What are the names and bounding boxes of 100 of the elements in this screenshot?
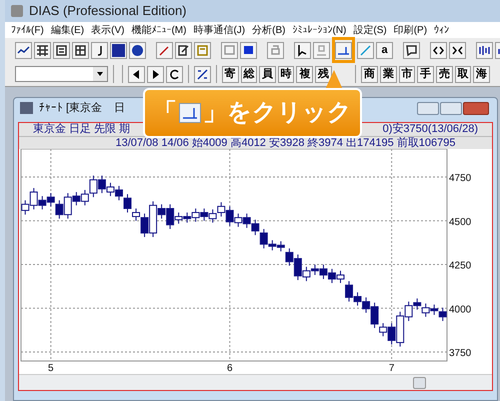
chart-button[interactable]: [15, 42, 32, 58]
prev-button[interactable]: [128, 66, 145, 82]
kanji-button[interactable]: 売: [436, 66, 453, 82]
candle-wick: [306, 266, 307, 282]
candle-wick: [238, 213, 239, 228]
chart-window-icon: [20, 102, 33, 114]
shrink-button[interactable]: [449, 42, 466, 58]
candle-wick: [288, 248, 290, 266]
candle-wick: [101, 175, 102, 194]
j-button[interactable]: [91, 42, 108, 58]
menu-item[interactable]: 機能ﾒﾆｭｰ(M): [131, 22, 186, 38]
refresh-icon: [168, 68, 181, 80]
pen-icon: [158, 44, 171, 56]
memo-button[interactable]: [403, 42, 420, 58]
candle-wick: [272, 240, 273, 251]
menu-item[interactable]: 印刷(P): [394, 22, 428, 38]
symbol-dropdown[interactable]: [15, 66, 108, 82]
table-button[interactable]: [72, 42, 89, 58]
cursor-icon: [296, 44, 309, 56]
shrink-icon: [451, 44, 464, 56]
candle-wick: [366, 296, 367, 314]
trendline-button[interactable]: [357, 42, 374, 58]
x-axis-label: 5: [48, 363, 54, 374]
kanji-button[interactable]: 総: [240, 66, 258, 82]
next-button[interactable]: [146, 66, 164, 82]
screen-button[interactable]: [240, 42, 257, 58]
menu-item[interactable]: 編集(E): [50, 22, 84, 38]
kanji-button[interactable]: 商: [361, 66, 378, 82]
y-axis-label: 4000: [449, 304, 472, 316]
chart-window-title: ﾁｬｰﾄ [東京金: [39, 100, 102, 116]
y-axis-label: 3750: [449, 348, 472, 359]
stamp-icon: [315, 44, 328, 56]
edit-button[interactable]: [175, 42, 192, 58]
candle-wick: [67, 192, 68, 220]
candle-wick: [434, 304, 435, 316]
menu-item[interactable]: 表示(V): [91, 22, 124, 38]
candle-wick: [382, 322, 384, 337]
y-axis-label: 4500: [449, 216, 472, 228]
kanji-button[interactable]: 海: [473, 66, 490, 82]
chart-header: 13/07/08 14/06 始4009 高4012 安3928 終3974 出174195 前取106795: [115, 138, 456, 148]
ratio-button[interactable]: [194, 66, 211, 82]
jf-button[interactable]: [110, 42, 127, 58]
kanji-button[interactable]: 複: [296, 66, 314, 82]
print-button[interactable]: [267, 42, 284, 58]
printer-icon: [269, 44, 282, 56]
menu-item[interactable]: ｼﾐｭﾚｰｼｮﾝ(N): [292, 22, 346, 38]
candle-button[interactable]: [476, 42, 493, 58]
candle-wick: [229, 206, 230, 226]
candle-wick: [92, 175, 94, 198]
candle-wick: [246, 213, 248, 228]
menu-item[interactable]: 設定(S): [353, 22, 387, 38]
chart-header: 0)安3750(13/06/28): [382, 124, 478, 135]
y-axis-label: 4750: [449, 173, 472, 184]
kanji-button[interactable]: 寄: [222, 66, 238, 82]
table-icon: [74, 44, 87, 56]
minimize-button[interactable]: [417, 102, 439, 114]
candle-wick: [391, 322, 392, 345]
scrollbar-thumb[interactable]: [413, 377, 426, 389]
kanji-button[interactable]: 時: [278, 66, 294, 82]
kanji-button[interactable]: 員: [259, 66, 276, 82]
pointer-button[interactable]: [294, 42, 311, 58]
menu-item[interactable]: ｳｨﾝ: [434, 22, 450, 38]
menu-item[interactable]: 時事通信(J): [193, 22, 246, 38]
expand-icon: [432, 44, 445, 56]
menu-item[interactable]: ﾌｧｲﾙ(F): [11, 22, 44, 38]
kanji-button[interactable]: 業: [380, 66, 397, 82]
horizontal-scrollbar[interactable]: [19, 374, 492, 390]
candles-icon: [478, 44, 491, 56]
close-button[interactable]: [463, 102, 489, 114]
kanji-button[interactable]: 市: [398, 66, 416, 82]
grid-button[interactable]: [34, 42, 51, 58]
callout-text: 」をクリック: [203, 98, 352, 128]
kanji-button[interactable]: 手: [417, 66, 434, 82]
candle-wick: [127, 194, 128, 214]
window-title: DIAS (Professional Edition): [29, 2, 187, 20]
memo-icon: [405, 44, 418, 56]
x-axis-label: 7: [388, 363, 394, 374]
kanji-button[interactable]: 残: [315, 66, 332, 82]
menu-item[interactable]: 分析(B): [252, 22, 286, 38]
candle-wick: [322, 264, 324, 280]
globe-button[interactable]: [129, 42, 146, 58]
text-tool-button[interactable]: a: [376, 42, 393, 58]
expand-button[interactable]: [430, 42, 447, 58]
list-button[interactable]: [53, 42, 70, 58]
kanji-button[interactable]: 取: [454, 66, 472, 82]
pen-button[interactable]: [156, 42, 173, 58]
grid-icon: [36, 44, 49, 56]
window-icon: [223, 44, 236, 56]
refresh-button[interactable]: [166, 66, 183, 82]
candle-wick: [186, 212, 188, 224]
candle-wick: [442, 307, 444, 322]
candle-wick: [280, 240, 282, 252]
maximize-button[interactable]: [440, 102, 462, 114]
candle-wick: [161, 204, 162, 220]
line-tool-button[interactable]: [335, 42, 352, 58]
candle-wick: [170, 204, 171, 230]
x-axis-label: 6: [226, 363, 233, 374]
candle-wick: [254, 219, 256, 236]
y-axis-label: 4250: [449, 260, 472, 272]
candle-wick: [24, 200, 26, 216]
